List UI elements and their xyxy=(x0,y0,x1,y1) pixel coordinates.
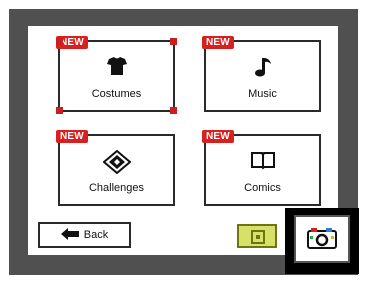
shirt-icon xyxy=(106,56,128,81)
tile-comics[interactable]: NEW Comics xyxy=(202,130,321,206)
tile-label: Costumes xyxy=(91,88,142,100)
back-button[interactable]: Back xyxy=(38,222,131,248)
diamond-emblem-icon xyxy=(101,149,132,179)
target-button[interactable] xyxy=(237,224,277,248)
tile-music[interactable]: NEW Music xyxy=(202,36,321,112)
book-icon xyxy=(250,150,276,175)
arrow-left-icon xyxy=(60,227,79,243)
new-badge: NEW xyxy=(202,36,234,49)
new-badge: NEW xyxy=(56,130,88,143)
tile-challenges[interactable]: NEW Challenges xyxy=(56,130,175,206)
camera-button[interactable] xyxy=(294,215,350,263)
selection-corner xyxy=(56,107,63,114)
selection-corner xyxy=(170,107,177,114)
new-badge: NEW xyxy=(202,130,234,143)
tile-label: Comics xyxy=(244,182,281,194)
tile-label: Music xyxy=(248,88,277,100)
target-icon xyxy=(251,230,265,249)
back-label: Back xyxy=(83,229,109,241)
camera-icon xyxy=(307,228,337,255)
tile-label: Challenges xyxy=(88,182,145,194)
selection-corner xyxy=(56,38,63,45)
selection-corner xyxy=(170,38,177,45)
tile-costumes[interactable]: NEW Costumes xyxy=(56,36,175,112)
music-note-icon xyxy=(254,56,272,83)
